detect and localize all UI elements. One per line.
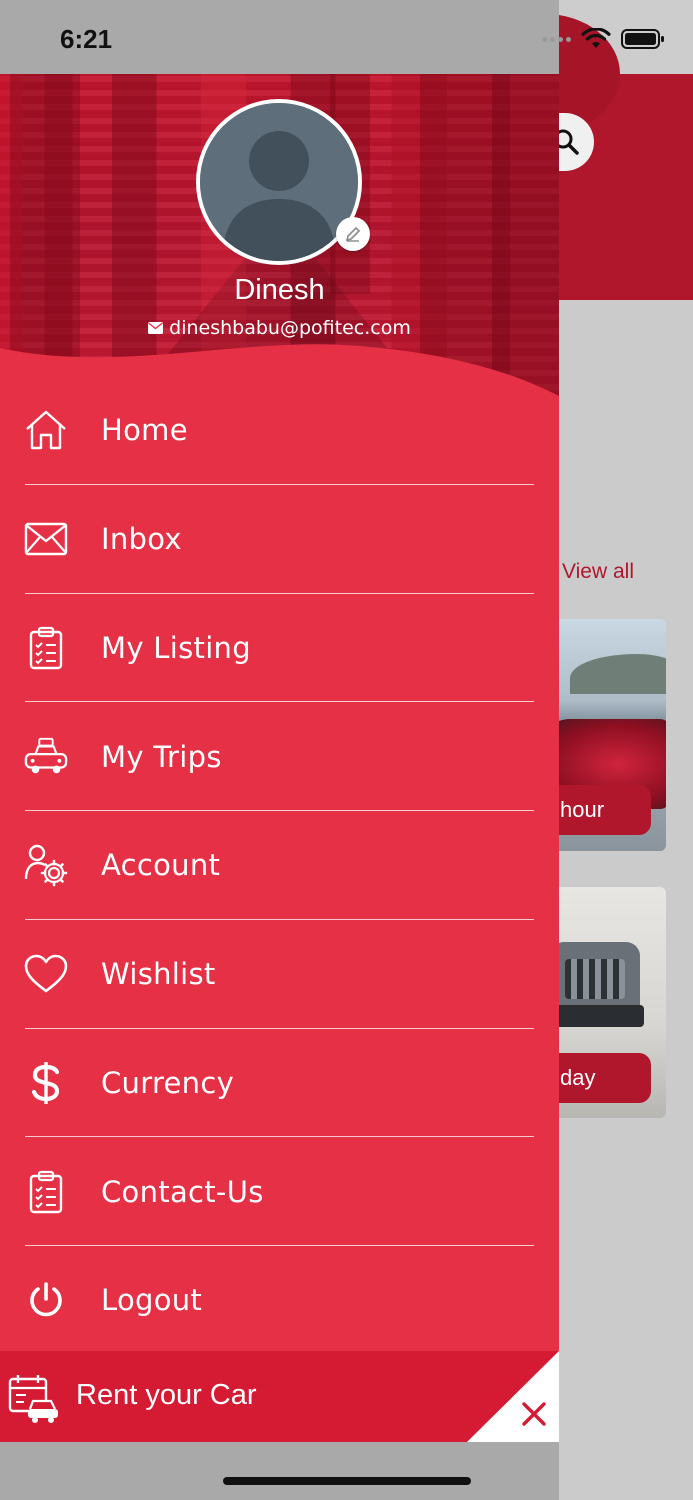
menu-item-label: My Trips — [101, 739, 222, 774]
price-unit: day — [560, 1065, 596, 1090]
signal-icon — [542, 36, 571, 42]
rent-your-car-label: Rent your Car — [76, 1379, 257, 1411]
menu-item-my-listing[interactable]: My Listing — [0, 594, 559, 703]
calendar-car-icon — [8, 1373, 60, 1427]
menu-item-account[interactable]: Account — [0, 811, 559, 920]
user-placeholder-icon — [200, 103, 358, 261]
edit-avatar-button[interactable] — [336, 217, 370, 251]
menu-item-label: My Listing — [101, 630, 251, 665]
home-icon — [24, 408, 68, 452]
menu-item-wishlist[interactable]: Wishlist — [0, 920, 559, 1029]
heart-icon — [24, 952, 68, 996]
menu-item-label: Account — [101, 848, 221, 883]
user-email: dineshbabu@pofitec.com — [0, 317, 559, 339]
home-indicator[interactable] — [223, 1477, 471, 1485]
drawer-menu: Home Inbox My Listing My Trips Account W… — [0, 376, 559, 1355]
clipboard-check-icon — [24, 1170, 68, 1214]
user-email-text: dineshbabu@pofitec.com — [169, 317, 411, 339]
battery-icon — [621, 29, 664, 49]
menu-item-home[interactable]: Home — [0, 376, 559, 485]
menu-item-currency[interactable]: Currency — [0, 1029, 559, 1138]
user-name: Dinesh — [234, 274, 325, 306]
menu-item-label: Logout — [101, 1283, 203, 1318]
user-settings-icon — [24, 843, 68, 887]
status-time: 6:21 — [60, 24, 113, 54]
rent-your-car-button[interactable]: Rent your Car — [0, 1351, 559, 1442]
taxi-icon — [24, 735, 68, 779]
clipboard-list-icon — [24, 626, 68, 670]
menu-item-label: Currency — [101, 1065, 235, 1100]
pencil-icon — [345, 226, 361, 242]
menu-item-label: Contact-Us — [101, 1174, 264, 1209]
menu-item-label: Wishlist — [101, 957, 216, 992]
menu-item-my-trips[interactable]: My Trips — [0, 702, 559, 811]
navigation-drawer: Dinesh dineshbabu@pofitec.com Home Inbox — [0, 74, 559, 1442]
price-unit: hour — [560, 797, 605, 822]
mail-icon — [24, 517, 68, 561]
menu-item-label: Home — [101, 413, 188, 448]
menu-item-label: Inbox — [101, 522, 182, 557]
view-all-link[interactable]: View all — [562, 560, 634, 584]
avatar[interactable] — [196, 99, 370, 265]
power-icon — [24, 1278, 68, 1322]
status-bar: 6:21 — [0, 0, 693, 74]
menu-item-inbox[interactable]: Inbox — [0, 485, 559, 594]
close-drawer-button[interactable] — [467, 1351, 559, 1442]
wifi-icon — [581, 28, 611, 48]
menu-item-contact-us[interactable]: Contact-Us — [0, 1137, 559, 1246]
envelope-icon — [148, 322, 164, 334]
menu-item-logout[interactable]: Logout — [0, 1246, 559, 1355]
dollar-icon — [24, 1061, 68, 1105]
